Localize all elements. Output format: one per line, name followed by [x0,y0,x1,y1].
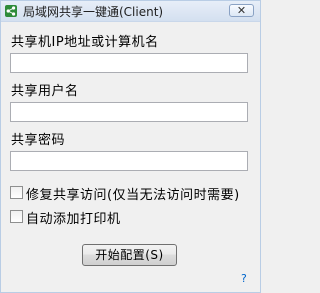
window-title: 局域网共享一键通(Client) [23,5,164,19]
password-input[interactable] [10,151,248,171]
title-bar[interactable]: 局域网共享一键通(Client) ✕ [1,1,260,22]
host-label: 共享机IP地址或计算机名 [11,35,159,50]
add-printer-checkbox[interactable] [10,210,23,223]
start-config-button[interactable]: 开始配置(S) [82,244,177,266]
repair-share-label: 修复共享访问(仅当无法访问时需要) [26,188,240,203]
host-input[interactable] [10,53,248,73]
password-label: 共享密码 [11,133,66,148]
app-window: 局域网共享一键通(Client) ✕ 共享机IP地址或计算机名 共享用户名 共享… [0,0,261,293]
add-printer-label: 自动添加打印机 [26,212,121,227]
share-icon [5,5,17,17]
username-label: 共享用户名 [11,84,79,99]
close-icon: ✕ [236,4,247,17]
help-link[interactable]: ? [241,272,247,285]
repair-share-checkbox[interactable] [10,186,23,199]
close-button[interactable]: ✕ [229,4,254,17]
username-input[interactable] [10,102,248,122]
